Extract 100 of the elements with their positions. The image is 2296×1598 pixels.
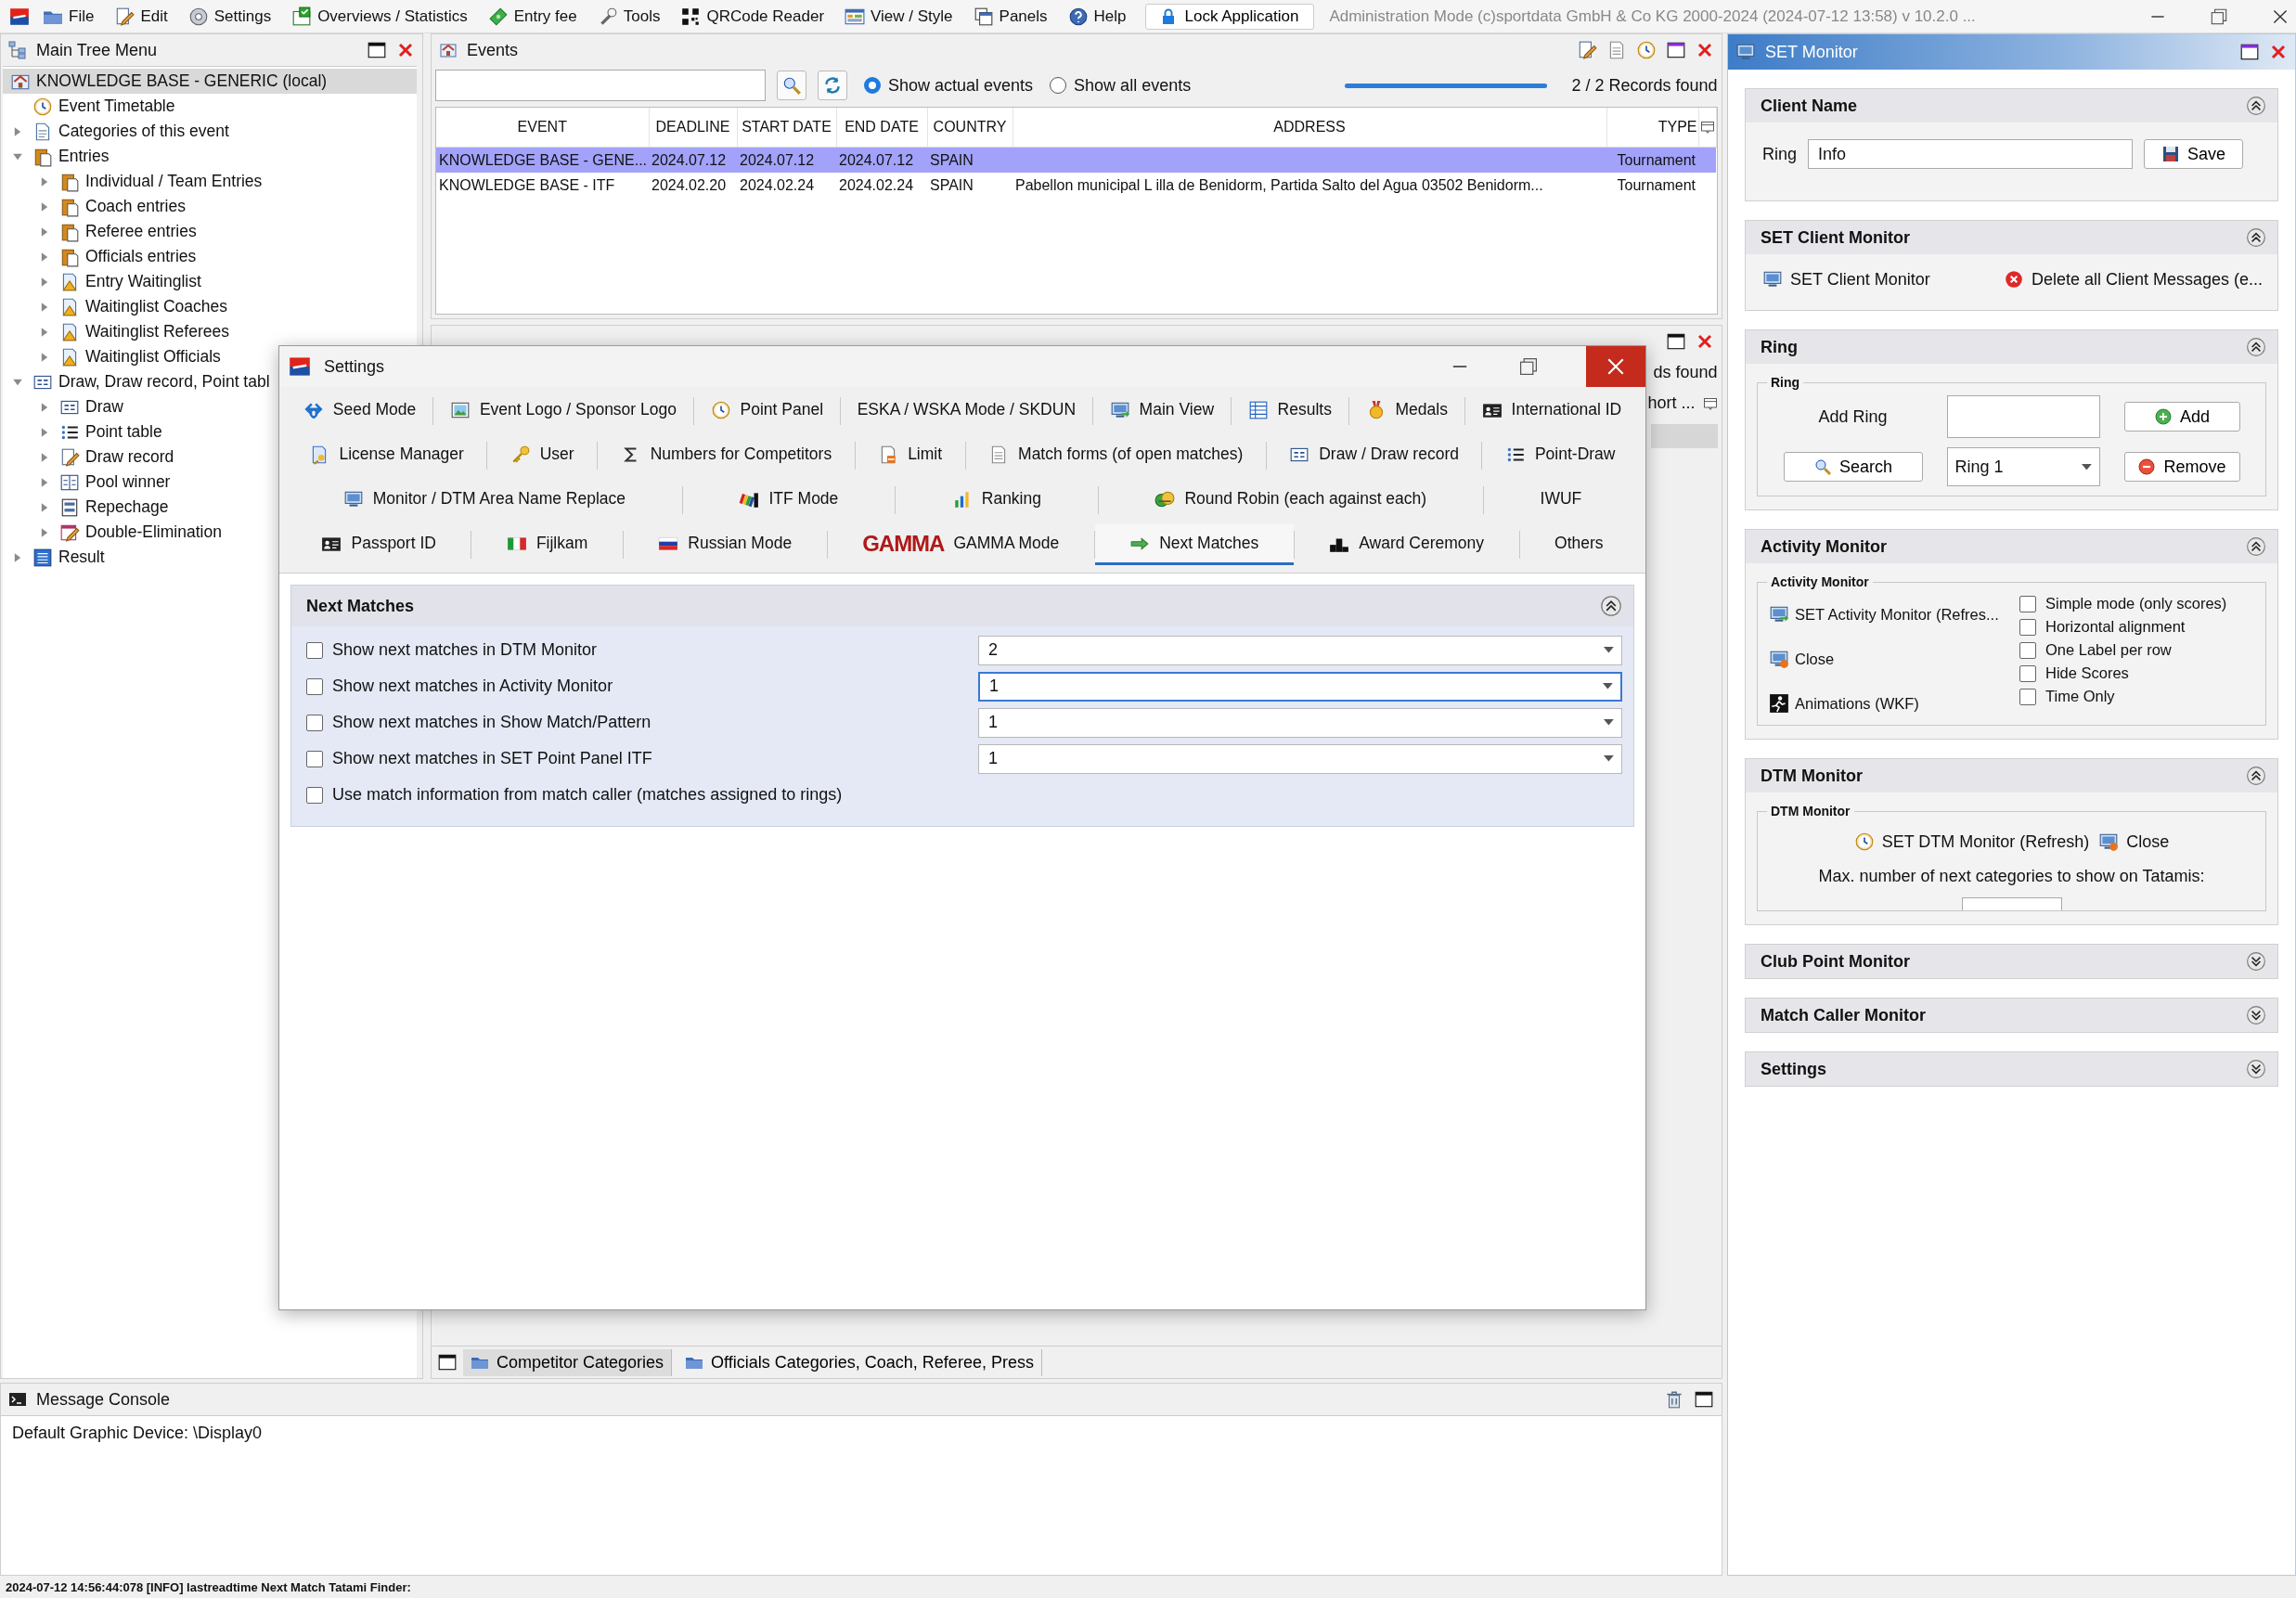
checkbox[interactable]: Horizontal alignment (2019, 618, 2256, 636)
collapse-icon[interactable] (2246, 536, 2266, 557)
tree-item[interactable]: Event Timetable (3, 94, 417, 119)
maximize-icon[interactable] (367, 40, 387, 60)
settings-tab[interactable]: Award Ceremony (1294, 524, 1519, 565)
menu-item[interactable]: Overviews / Statistics (282, 4, 475, 29)
tree-item[interactable]: KNOWLEDGE BASE - GENERIC (local) (3, 69, 417, 94)
tree-item[interactable]: Entry Waitinglist (3, 269, 417, 294)
settings-tab[interactable]: Results (1231, 391, 1348, 432)
expand-icon[interactable] (2246, 1059, 2266, 1079)
action-button[interactable]: SET Activity Monitor (Refres... (1767, 602, 2019, 626)
column-chooser-icon[interactable] (1702, 395, 1718, 411)
checkbox[interactable]: Show next matches in Show Match/Pattern (306, 713, 651, 732)
checkbox[interactable]: Show next matches in SET Point Panel ITF (306, 749, 652, 768)
clock-icon[interactable] (1635, 40, 1657, 60)
save-button[interactable]: Save (2144, 139, 2244, 169)
section-header[interactable]: Activity Monitor (1746, 530, 2277, 563)
tree-item[interactable]: Individual / Team Entries (3, 169, 417, 194)
tree-item[interactable]: Officials entries (3, 244, 417, 269)
settings-tab[interactable]: Round Robin (each against each) (1098, 480, 1483, 521)
menu-item[interactable]: QRCode Reader (671, 4, 832, 29)
panel-tab[interactable]: Competitor Categories (463, 1348, 673, 1376)
section-header[interactable]: DTM Monitor (1746, 759, 2277, 793)
search-field[interactable] (435, 70, 766, 101)
search-button[interactable] (777, 71, 806, 100)
tree-item[interactable]: Waitinglist Coaches (3, 294, 417, 319)
settings-tab[interactable]: Monitor / DTM Area Name Replace (287, 480, 682, 521)
settings-tab[interactable]: Next Matches (1094, 524, 1294, 565)
tree-item[interactable]: Waitinglist Referees (3, 319, 417, 344)
column-header[interactable]: TYPE (1606, 108, 1698, 148)
radio-button[interactable]: Show actual events (864, 75, 1034, 96)
settings-tab[interactable]: Limit (855, 435, 965, 476)
dropdown[interactable]: 2 (978, 635, 1622, 665)
column-header[interactable]: ADDRESS (1013, 108, 1606, 148)
expand-icon[interactable] (2246, 1005, 2266, 1025)
action-button[interactable]: Close (1767, 647, 2019, 671)
table-row[interactable]: KNOWLEDGE BASE - GENE... 2024.07.12 2024.07.12 2024.07.12 SPAIN Tournament (436, 147, 1716, 173)
settings-tab[interactable]: Russian Mode (623, 524, 827, 565)
section-header[interactable]: Ring (1746, 330, 2277, 364)
settings-tab[interactable]: User (487, 435, 598, 476)
collapse-icon[interactable] (2246, 337, 2266, 357)
lock-button[interactable]: Lock Application (1144, 3, 1315, 30)
panel-tab[interactable]: Officials Categories, Coach, Referee, Press (677, 1348, 1042, 1376)
settings-tab[interactable]: Main View (1092, 391, 1231, 432)
settings-tab[interactable]: Numbers for Competitors (598, 435, 855, 476)
monitor-button[interactable]: SET Client Monitor (1761, 267, 1932, 291)
settings-tab[interactable]: Draw / Draw record (1266, 435, 1482, 476)
settings-tab[interactable]: Point Panel (693, 391, 840, 432)
section-header[interactable]: Client Name (1746, 89, 2277, 122)
radio-button[interactable]: Show all events (1050, 75, 1192, 96)
refresh-button[interactable] (818, 71, 847, 100)
settings-tab[interactable]: Fijlkam (471, 524, 623, 565)
ring-dropdown[interactable]: Ring 1 (1946, 447, 2100, 486)
maximize-icon[interactable] (437, 1352, 458, 1372)
checkbox[interactable]: Time Only (2019, 688, 2256, 705)
menu-item[interactable]: Panels (963, 4, 1055, 29)
collapse-icon[interactable] (2246, 766, 2266, 786)
settings-tab[interactable]: Medals (1348, 391, 1464, 432)
settings-tab[interactable]: Event Logo / Sponsor Logo (433, 391, 693, 432)
column-header[interactable]: END DATE (836, 108, 927, 148)
settings-tab[interactable]: GAMMA GAMMA Mode (827, 524, 1094, 565)
dropdown[interactable]: 1 (978, 743, 1622, 774)
search-button[interactable]: Search (1783, 452, 1923, 482)
column-header[interactable]: DEADLINE (649, 108, 737, 148)
menu-item[interactable]: View / Style (835, 4, 961, 29)
menu-item[interactable]: Edit (105, 4, 175, 29)
table-row[interactable]: KNOWLEDGE BASE - ITF 2024.02.20 2024.02.24 2024.02.24 SPAIN Pabellon municipal L illa de Benidorm, Partida Salto del Agua 03502 Benidorm... Tournament (436, 173, 1716, 198)
checkbox[interactable]: Hide Scores (2019, 664, 2256, 682)
tree-item[interactable]: Referee entries (3, 219, 417, 244)
action-button[interactable]: Animations (WKF) (1767, 691, 2019, 715)
collapse-icon[interactable] (2246, 227, 2266, 248)
remove-button[interactable]: Remove (2123, 452, 2240, 482)
ring-name-field[interactable] (1946, 395, 2100, 438)
maximize-icon[interactable] (1693, 1389, 1714, 1410)
collapse-icon[interactable] (2246, 96, 2266, 116)
restore-icon[interactable] (1517, 355, 1540, 378)
column-header[interactable]: EVENT (436, 108, 649, 148)
refresh-button[interactable]: SET DTM Monitor (Refresh) (1851, 830, 2092, 854)
tree-item[interactable]: Categories of this event (3, 119, 417, 144)
settings-tab[interactable]: Ranking (896, 480, 1098, 521)
checkbox[interactable]: Simple mode (only scores) (2019, 595, 2256, 612)
settings-tab[interactable]: Passport ID (287, 524, 471, 565)
settings-tab[interactable]: ITF Mode (682, 480, 896, 521)
section-header[interactable]: Club Point Monitor (1746, 945, 2277, 978)
dropdown[interactable]: 1 (978, 671, 1622, 702)
close-button[interactable]: Close (2096, 830, 2172, 854)
dropdown[interactable]: 1 (978, 707, 1622, 738)
add-button[interactable]: Add (2123, 402, 2240, 432)
checkbox[interactable]: One Label per row (2019, 641, 2256, 659)
settings-tab[interactable]: Match forms (of open matches) (965, 435, 1266, 476)
section-header[interactable]: Settings (1746, 1052, 2277, 1086)
menu-item[interactable]: Help (1058, 4, 1134, 29)
tree-item[interactable]: Entries (3, 144, 417, 169)
close-button[interactable] (1586, 346, 1645, 387)
section-header[interactable]: SET Client Monitor (1746, 221, 2277, 254)
menu-item[interactable]: Settings (178, 4, 279, 29)
maximize-icon[interactable] (1665, 40, 1686, 60)
text-field[interactable]: Info (1808, 139, 2134, 169)
column-header[interactable]: COUNTRY (927, 108, 1013, 148)
expand-icon[interactable] (2246, 951, 2266, 972)
